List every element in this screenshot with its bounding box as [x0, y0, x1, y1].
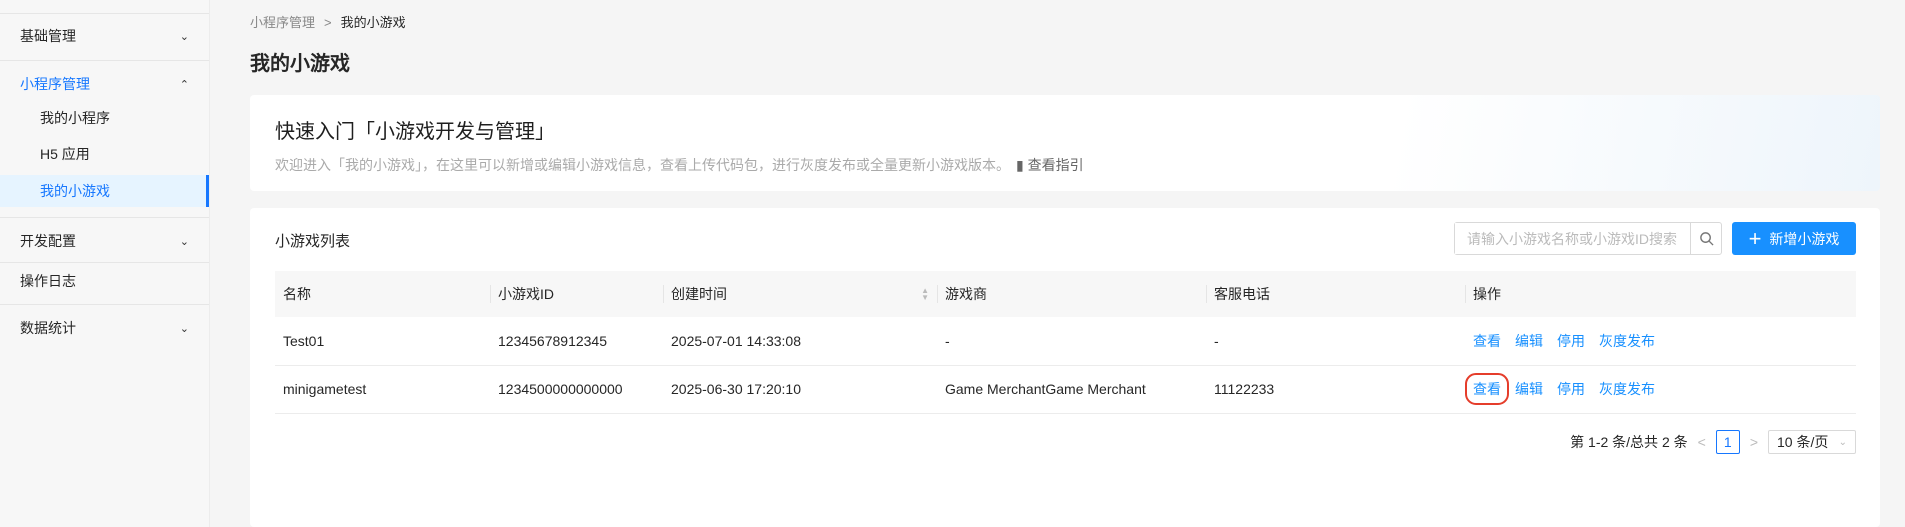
sidebar-item-basic-management[interactable]: 基础管理 ⌄	[0, 19, 209, 53]
search-icon	[1699, 232, 1714, 246]
column-header: 名称	[275, 271, 490, 317]
search-box	[1454, 222, 1722, 255]
sidebar-item-label: 开发配置	[20, 233, 76, 249]
add-minigame-button[interactable]: + 新增小游戏	[1732, 222, 1856, 255]
column-label: 创建时间	[671, 286, 727, 302]
divider	[0, 217, 209, 218]
breadcrumb-parent[interactable]: 小程序管理	[250, 15, 315, 30]
disable-link[interactable]: 停用	[1557, 333, 1585, 349]
guide-link[interactable]: ▮ 查看指引	[1016, 157, 1084, 173]
divider	[0, 262, 209, 263]
book-icon: ▮	[1016, 157, 1024, 173]
divider	[0, 13, 209, 14]
edit-link[interactable]: 编辑	[1515, 333, 1543, 349]
prev-page-button[interactable]: <	[1698, 434, 1706, 450]
sidebar-item-label: 数据统计	[20, 320, 76, 336]
intro-description: 欢迎进入「我的小游戏」，在这里可以新增或编辑小游戏信息，查看上传代码包，进行灰度…	[275, 155, 1084, 175]
cell-merchant: Game MerchantGame Merchant	[937, 365, 1206, 414]
cell-name: minigametest	[275, 365, 490, 414]
cell-actions: 查看 编辑 停用 灰度发布	[1465, 365, 1856, 414]
table-header: 名称 小游戏ID 创建时间 ▲ ▼ 游戏商 客服电话 操作	[275, 271, 1856, 317]
cell-created: 2025-07-01 14:33:08	[663, 317, 937, 366]
search-input[interactable]	[1455, 223, 1690, 254]
intro-card: 快速入门「小游戏开发与管理」 欢迎进入「我的小游戏」，在这里可以新增或编辑小游戏…	[250, 95, 1880, 191]
gray-release-link[interactable]: 灰度发布	[1599, 333, 1655, 349]
edit-link[interactable]: 编辑	[1515, 381, 1543, 397]
breadcrumb-separator: >	[324, 15, 332, 30]
list-card: 小游戏列表 + 新增小游戏 名称 小游戏ID 创建时间 ▲▼ 游戏商 客服电话 操作…	[250, 208, 1880, 527]
column-header: 客服电话	[1206, 271, 1465, 317]
list-title: 小游戏列表	[275, 233, 351, 250]
view-link[interactable]: 查看	[1465, 373, 1509, 405]
intro-text: 欢迎进入「我的小游戏」，在这里可以新增或编辑小游戏信息，查看上传代码包，进行灰度…	[275, 157, 1010, 173]
column-header: 游戏商	[937, 271, 1206, 317]
gray-release-link[interactable]: 灰度发布	[1599, 381, 1655, 397]
cell-created: 2025-06-30 17:20:10	[663, 365, 937, 414]
chevron-down-icon: ⌄	[179, 322, 189, 335]
page-title: 我的小游戏	[250, 53, 350, 75]
breadcrumb-current: 我的小游戏	[340, 15, 406, 30]
sidebar-item-label: 小程序管理	[20, 76, 90, 92]
sidebar-item-label: 我的小游戏	[40, 183, 110, 199]
column-header: 操作	[1465, 271, 1856, 317]
cell-name: Test01	[275, 317, 490, 366]
sidebar-item-label: 操作日志	[20, 273, 76, 289]
cell-id: 12345678912345	[490, 317, 663, 366]
minigame-table: 名称 小游戏ID 创建时间 ▲ ▼ 游戏商 客服电话 操作 Test01 12345…	[275, 271, 1856, 414]
sidebar: 基础管理 ⌄ 小程序管理 ⌃ 我的小程序 H5 应用 我的小游戏 开发配置 ⌄ 操作日…	[0, 0, 210, 527]
sort-icon[interactable]: ▲ ▼	[921, 287, 929, 302]
next-page-button[interactable]: >	[1750, 434, 1758, 450]
sidebar-item-miniprogram-management[interactable]: 小程序管理 ⌃	[0, 67, 209, 101]
sidebar-item-my-minigames[interactable]: 我的小游戏	[0, 175, 209, 207]
cell-merchant: -	[937, 317, 1206, 366]
breadcrumb: 小程序管理 > 我的小游戏	[250, 12, 406, 31]
pagination-summary: 第 1-2 条/总共 2 条	[1570, 434, 1688, 450]
cell-phone: -	[1206, 317, 1465, 366]
guide-link-label: 查看指引	[1027, 157, 1084, 173]
column-header-sortable[interactable]: 创建时间 ▲ ▼	[663, 271, 937, 317]
sidebar-item-label: H5 应用	[40, 146, 90, 162]
page-size-select[interactable]: 10 条/页 ⌄	[1768, 430, 1856, 454]
divider	[0, 304, 209, 305]
sidebar-item-h5-apps[interactable]: H5 应用	[0, 137, 209, 171]
page-size-value: 10 条/页	[1777, 434, 1829, 450]
search-button[interactable]	[1690, 223, 1721, 254]
column-header: 小游戏ID	[490, 271, 663, 317]
sidebar-item-label: 我的小程序	[40, 110, 110, 126]
sidebar-item-dev-config[interactable]: 开发配置 ⌄	[0, 224, 209, 258]
chevron-down-icon: ⌄	[179, 235, 189, 248]
table-row: Test01 12345678912345 2025-07-01 14:33:0…	[275, 317, 1856, 366]
table-row: minigametest 1234500000000000 2025-06-30…	[275, 365, 1856, 414]
chevron-up-icon: ⌃	[179, 78, 189, 91]
plus-icon: +	[1748, 225, 1762, 251]
disable-link[interactable]: 停用	[1557, 381, 1585, 397]
cell-id: 1234500000000000	[490, 365, 663, 414]
main-content: 小程序管理 > 我的小游戏 我的小游戏 快速入门「小游戏开发与管理」 欢迎进入「我的…	[210, 0, 1905, 527]
sidebar-item-my-miniprograms[interactable]: 我的小程序	[0, 101, 209, 135]
sidebar-item-data-stats[interactable]: 数据统计 ⌄	[0, 311, 209, 345]
divider	[0, 60, 209, 61]
cell-phone: 11122233	[1206, 365, 1465, 414]
pagination: 第 1-2 条/总共 2 条 < 1 > 10 条/页 ⌄	[1570, 430, 1856, 454]
cell-actions: 查看 编辑 停用 灰度发布	[1465, 317, 1856, 366]
view-link[interactable]: 查看	[1473, 333, 1501, 349]
add-button-label: 新增小游戏	[1769, 230, 1840, 247]
sidebar-item-operation-log[interactable]: 操作日志	[0, 264, 209, 298]
chevron-down-icon: ⌄	[179, 30, 189, 43]
sidebar-item-label: 基础管理	[20, 28, 76, 44]
intro-title: 快速入门「小游戏开发与管理」	[275, 121, 555, 143]
chevron-down-icon: ⌄	[1838, 436, 1847, 448]
page-number-button[interactable]: 1	[1715, 430, 1740, 454]
